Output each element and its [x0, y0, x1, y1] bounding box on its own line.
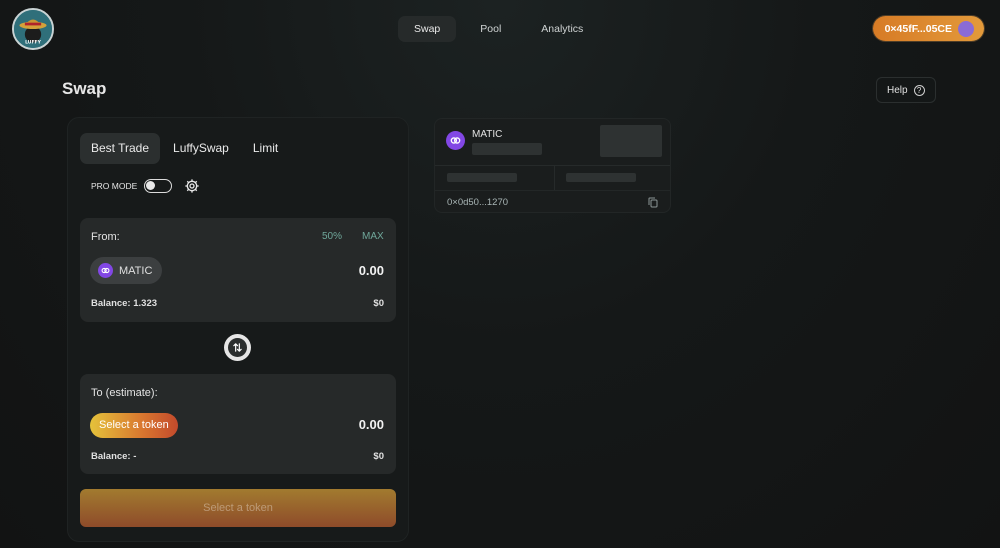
nav-swap[interactable]: Swap: [398, 16, 457, 42]
from-token-selector[interactable]: MATIC: [90, 257, 163, 284]
help-button[interactable]: Help ?: [876, 77, 936, 103]
help-label: Help: [887, 84, 908, 96]
from-amount-input[interactable]: 0.00: [359, 263, 384, 278]
tab-limit[interactable]: Limit: [242, 133, 289, 164]
to-usd-value: $0: [373, 451, 384, 462]
token-info-name: MATIC: [472, 129, 503, 140]
to-label: To (estimate):: [91, 387, 158, 399]
to-balance: Balance: -: [91, 451, 137, 462]
loading-placeholder: [566, 173, 636, 182]
from-balance: Balance: 1.323: [91, 298, 158, 309]
main-nav: Swap Pool Analytics: [398, 16, 599, 42]
loading-placeholder: [472, 143, 542, 155]
to-amount: 0.00: [358, 417, 384, 432]
pro-mode-toggle[interactable]: [144, 179, 173, 193]
max-button[interactable]: MAX: [362, 231, 384, 242]
from-label: From:: [91, 231, 120, 243]
pro-mode-row: PRO MODE: [91, 178, 200, 194]
select-token-button[interactable]: Select a token: [90, 413, 178, 438]
swap-arrows-icon: [233, 343, 242, 352]
matic-icon: [98, 263, 113, 278]
swap-card: Best Trade LuffySwap Limit PRO MODE From…: [67, 117, 409, 542]
loading-placeholder: [447, 173, 517, 182]
trade-tabs: Best Trade LuffySwap Limit: [80, 133, 289, 164]
percent-50-button[interactable]: 50%: [322, 231, 342, 242]
from-usd-value: $0: [373, 298, 384, 309]
tab-luffyswap[interactable]: LuffySwap: [162, 133, 240, 164]
pro-mode-label: PRO MODE: [91, 181, 138, 191]
tab-best-trade[interactable]: Best Trade: [80, 133, 161, 164]
divider: [435, 165, 670, 166]
to-panel: To (estimate): Select a token 0.00 Balan…: [80, 374, 396, 474]
page-title: Swap: [62, 79, 107, 98]
wallet-avatar-icon: [958, 20, 974, 37]
token-contract-address: 0×0d50...1270: [447, 197, 509, 208]
wallet-address: 0×45fF...05CE: [884, 22, 952, 35]
token-info-card: MATIC 0×0d50...1270: [434, 118, 671, 213]
question-icon: ?: [913, 84, 925, 96]
matic-icon: [446, 131, 465, 150]
luffy-logo[interactable]: LUFFY: [12, 8, 54, 50]
nav-analytics[interactable]: Analytics: [525, 16, 599, 42]
from-panel: From: 50% MAX MATIC 0.00 Balance: 1.323 …: [80, 218, 396, 322]
switch-tokens-button[interactable]: [224, 334, 251, 361]
nav-pool[interactable]: Pool: [464, 16, 517, 42]
divider: [435, 190, 670, 191]
select-token-cta-button[interactable]: Select a token: [80, 489, 396, 527]
copy-icon[interactable]: [648, 197, 658, 208]
wallet-button[interactable]: 0×45fF...05CE: [872, 16, 984, 41]
svg-text:LUFFY: LUFFY: [25, 39, 42, 45]
loading-placeholder: [600, 125, 662, 157]
divider: [554, 166, 555, 190]
gear-icon[interactable]: [184, 178, 200, 194]
from-token-name: MATIC: [119, 264, 153, 277]
